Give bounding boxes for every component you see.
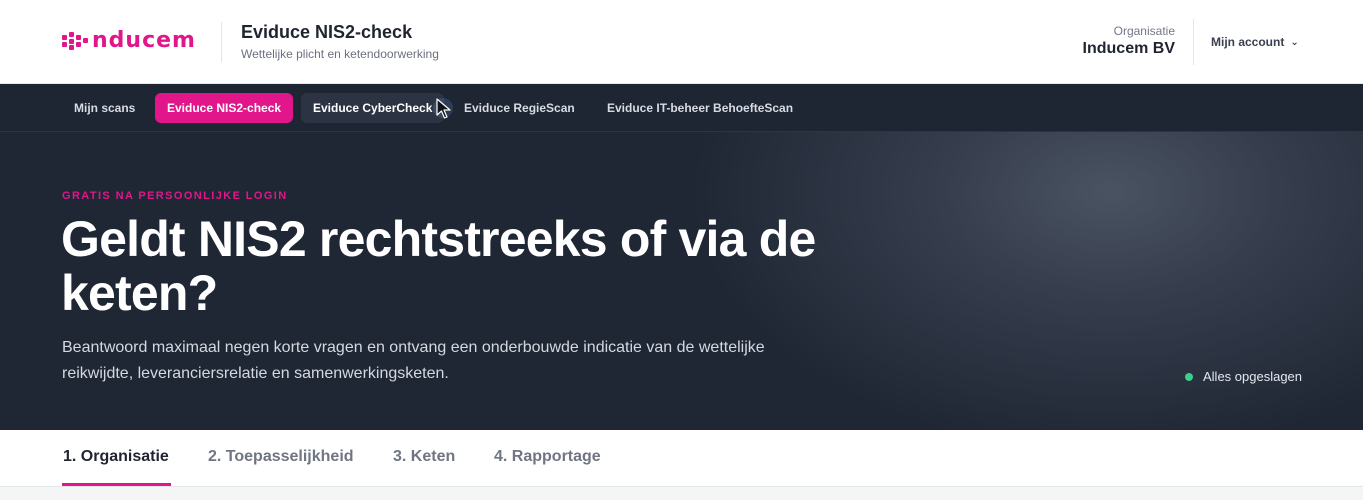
app-title: Eviduce NIS2-check [241,22,413,42]
organisation-name: Inducem BV [1082,40,1175,57]
nav-item-cybercheck[interactable]: Eviduce CyberCheck [301,93,445,123]
hero-description: Beantwoord maximaal negen korte vragen e… [62,339,765,382]
tab-toepasselijkheid[interactable]: 2. Toepasselijkheid [208,448,354,466]
nav-item-it-beheer-behoeftescan[interactable]: Eviduce IT-beheer BehoefteScan [595,93,805,123]
mouse-pointer-icon [433,98,453,119]
nav-item-nis2-check[interactable]: Eviduce NIS2-check [155,93,294,123]
logo-mark-icon [62,32,88,50]
chevron-down-icon: ⌄ [1290,36,1299,48]
logo-wordmark: nducem [92,28,196,53]
hero-banner: GRATIS NA PERSOONLIJKE LOGIN Geldt NIS2 … [0,132,1363,430]
hero-eyebrow: GRATIS NA PERSOONLIJKE LOGIN [62,190,288,202]
organisation-label: Organisatie [1113,24,1175,38]
top-header: nducem Eviduce NIS2-check Wettelijke pli… [0,0,1363,84]
save-status: Alles opgeslagen [1185,369,1302,384]
nav-item-mijn-scans[interactable]: Mijn scans [62,93,147,123]
tab-keten[interactable]: 3. Keten [393,448,455,466]
nav-item-regiescan[interactable]: Eviduce RegieScan [452,93,587,123]
app-subtitle: Wettelijke plicht en ketendoorwerking [241,47,439,61]
hero-title: Geldt NIS2 rechtstreeks of via de keten? [61,211,816,321]
active-tab-indicator [62,483,171,486]
account-label: Mijn account [1211,35,1285,49]
header-divider-right [1193,19,1194,65]
inducem-logo[interactable]: nducem [62,29,196,53]
step-tabs: 1. Organisatie 2. Toepasselijkheid 3. Ke… [0,430,1363,487]
header-divider [221,22,222,62]
tab-organisatie[interactable]: 1. Organisatie [63,448,169,466]
account-menu-button[interactable]: Mijn account ⌄ [1211,35,1299,49]
save-status-label: Alles opgeslagen [1203,369,1303,384]
status-dot-icon [1185,372,1193,381]
main-navigation: Mijn scans Eviduce NIS2-check Eviduce Cy… [0,84,1363,132]
tab-rapportage[interactable]: 4. Rapportage [494,448,601,466]
